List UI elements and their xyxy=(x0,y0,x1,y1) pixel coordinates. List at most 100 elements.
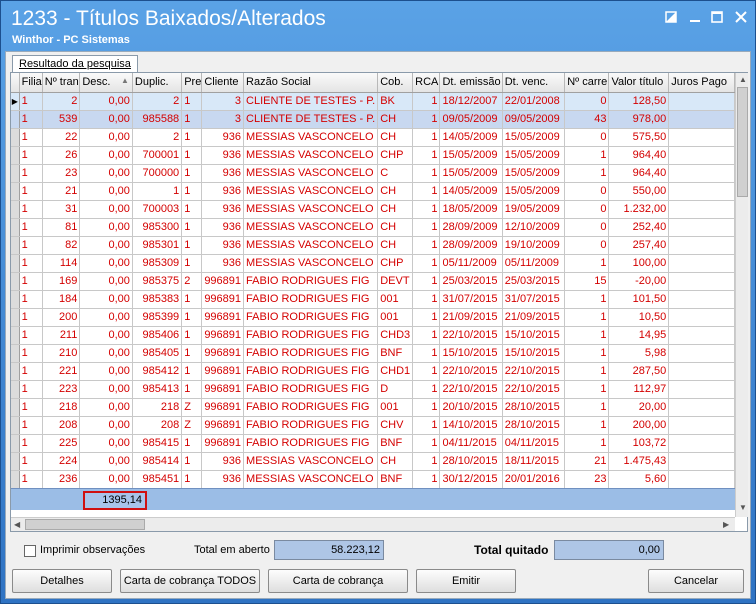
row-indicator[interactable] xyxy=(11,398,20,417)
table-cell[interactable]: 257,40 xyxy=(608,236,670,255)
scroll-up-icon[interactable]: ▲ xyxy=(739,75,747,84)
table-cell[interactable] xyxy=(668,164,735,183)
table-cell[interactable]: 1 xyxy=(181,434,203,453)
table-cell[interactable]: 996891 xyxy=(201,416,245,435)
table-cell[interactable]: 1 xyxy=(564,308,610,327)
table-row[interactable]: 1 22 0,00 2 1 936 MESSIAS VASCONCELO CH 1 14/05/2… xyxy=(11,128,735,147)
table-cell[interactable]: 05/11/2009 xyxy=(439,254,503,273)
carta-cobranca-button[interactable]: Carta de cobrança xyxy=(268,569,408,593)
table-cell[interactable]: 985383 xyxy=(132,290,183,309)
table-cell[interactable] xyxy=(668,290,735,309)
table-cell[interactable]: 218 xyxy=(132,398,183,417)
table-cell[interactable]: 2 xyxy=(132,92,183,111)
table-cell[interactable]: 1 xyxy=(564,254,610,273)
col-header[interactable]: Valor título xyxy=(608,73,670,93)
table-cell[interactable]: 0,00 xyxy=(79,128,133,147)
results-grid[interactable]: Filia Nº tran Desc. ▲ Duplic. Pre Cliente… xyxy=(11,73,735,517)
table-row[interactable]: 1 236 0,00 985451 1 936 MESSIAS VASCONCELO BNF 1… xyxy=(11,470,735,489)
table-cell[interactable]: 0,00 xyxy=(79,470,133,489)
table-cell[interactable] xyxy=(668,344,735,363)
table-cell[interactable]: 1 xyxy=(564,434,610,453)
restore-icon[interactable] xyxy=(661,9,681,27)
row-indicator[interactable] xyxy=(11,164,20,183)
table-cell[interactable]: 985415 xyxy=(132,434,183,453)
table-cell[interactable]: 1 xyxy=(181,146,203,165)
row-indicator[interactable] xyxy=(11,182,20,201)
col-header[interactable]: Cliente xyxy=(201,73,245,93)
table-cell[interactable]: MESSIAS VASCONCELO xyxy=(243,236,379,255)
table-cell[interactable]: 287,50 xyxy=(608,362,670,381)
table-cell[interactable]: 14/05/2009 xyxy=(439,128,503,147)
table-cell[interactable]: 1 xyxy=(19,362,43,381)
table-cell[interactable]: 1 xyxy=(181,128,203,147)
row-indicator[interactable] xyxy=(11,110,20,129)
table-cell[interactable]: 996891 xyxy=(201,272,245,291)
table-cell[interactable]: 30/12/2015 xyxy=(439,470,503,489)
table-row[interactable]: 1 21 0,00 1 1 936 MESSIAS VASCONCELO CH 1 14/05/2… xyxy=(11,182,735,201)
table-cell[interactable]: 15/10/2015 xyxy=(502,344,566,363)
table-cell[interactable]: 985413 xyxy=(132,380,183,399)
table-cell[interactable]: 1 xyxy=(412,272,441,291)
table-cell[interactable]: 700000 xyxy=(132,164,183,183)
vertical-scrollbar[interactable]: ▲ ▼ xyxy=(735,73,748,517)
table-cell[interactable]: 14/10/2015 xyxy=(439,416,503,435)
table-cell[interactable] xyxy=(668,380,735,399)
row-indicator[interactable] xyxy=(11,308,20,327)
table-cell[interactable]: 1 xyxy=(19,92,43,111)
table-cell[interactable]: 1 xyxy=(19,164,43,183)
table-cell[interactable]: 22/10/2015 xyxy=(502,362,566,381)
table-cell[interactable]: 1 xyxy=(412,200,441,219)
table-cell[interactable]: 996891 xyxy=(201,434,245,453)
table-cell[interactable]: 20/01/2016 xyxy=(502,470,566,489)
table-cell[interactable]: 001 xyxy=(377,308,414,327)
table-cell[interactable]: 0,00 xyxy=(79,272,133,291)
table-cell[interactable]: 09/05/2009 xyxy=(439,110,503,129)
table-cell[interactable]: 1 xyxy=(412,308,441,327)
table-cell[interactable]: 22/10/2015 xyxy=(502,380,566,399)
table-cell[interactable]: 1 xyxy=(412,362,441,381)
table-cell[interactable]: 936 xyxy=(201,128,245,147)
table-cell[interactable]: 0,00 xyxy=(79,416,133,435)
row-indicator[interactable] xyxy=(11,218,20,237)
table-cell[interactable]: 1 xyxy=(132,182,183,201)
table-cell[interactable]: 225 xyxy=(42,434,81,453)
row-indicator[interactable] xyxy=(11,128,20,147)
table-row[interactable]: 1 221 0,00 985412 1 996891 FABIO RODRIGUES FIG… xyxy=(11,362,735,381)
table-cell[interactable]: 28/09/2009 xyxy=(439,236,503,255)
table-cell[interactable]: 1 xyxy=(412,146,441,165)
table-cell[interactable]: 0,00 xyxy=(79,182,133,201)
table-cell[interactable]: 1 xyxy=(564,398,610,417)
table-cell[interactable]: 04/11/2015 xyxy=(502,434,566,453)
table-cell[interactable]: 1 xyxy=(19,290,43,309)
table-cell[interactable]: 0,00 xyxy=(79,308,133,327)
table-cell[interactable]: 12/10/2009 xyxy=(502,218,566,237)
table-cell[interactable]: 996891 xyxy=(201,344,245,363)
table-cell[interactable]: 100,00 xyxy=(608,254,670,273)
table-cell[interactable] xyxy=(668,200,735,219)
table-cell[interactable]: 0,00 xyxy=(79,200,133,219)
table-cell[interactable]: 22/10/2015 xyxy=(439,362,503,381)
table-cell[interactable]: MESSIAS VASCONCELO xyxy=(243,182,379,201)
col-header[interactable]: Filia xyxy=(19,73,43,93)
table-cell[interactable]: 15/05/2009 xyxy=(502,182,566,201)
table-cell[interactable]: 1 xyxy=(181,344,203,363)
table-cell[interactable]: 985399 xyxy=(132,308,183,327)
table-cell[interactable]: Z xyxy=(181,416,203,435)
table-row[interactable]: 1 211 0,00 985406 1 996891 FABIO RODRIGUES FIG… xyxy=(11,326,735,345)
row-indicator[interactable] xyxy=(11,344,20,363)
table-cell[interactable]: 19/05/2009 xyxy=(502,200,566,219)
table-cell[interactable]: 1 xyxy=(19,182,43,201)
table-row[interactable]: 1 114 0,00 985309 1 936 MESSIAS VASCONCELO CHP 1… xyxy=(11,254,735,273)
table-cell[interactable]: 15/05/2009 xyxy=(502,146,566,165)
table-cell[interactable]: BNF xyxy=(377,344,414,363)
table-cell[interactable]: 19/10/2009 xyxy=(502,236,566,255)
table-cell[interactable]: Z xyxy=(181,398,203,417)
row-indicator[interactable] xyxy=(11,362,20,381)
table-cell[interactable]: 15/05/2009 xyxy=(502,164,566,183)
print-obs-checkbox[interactable] xyxy=(24,545,36,557)
table-cell[interactable] xyxy=(668,254,735,273)
table-cell[interactable]: 25/03/2015 xyxy=(502,272,566,291)
table-cell[interactable]: 0 xyxy=(564,92,610,111)
table-cell[interactable]: 5,98 xyxy=(608,344,670,363)
table-cell[interactable]: 25/03/2015 xyxy=(439,272,503,291)
